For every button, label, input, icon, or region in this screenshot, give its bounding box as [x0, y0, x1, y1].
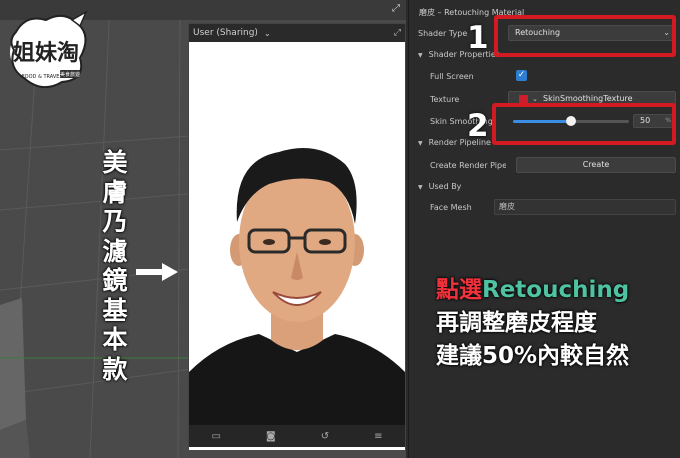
- expand-icon[interactable]: ⤢: [392, 3, 404, 15]
- vertical-caption-char: 本: [102, 325, 128, 354]
- caption-line-3: 建議50%內較自然: [436, 343, 630, 369]
- simulator-window: User (Sharing) ⌄ ⤢ ▭ ◙ ↺ ≡: [188, 23, 406, 450]
- vertical-caption-char: 乃: [102, 207, 128, 236]
- logo-tagline: FOOD & TRAVEL: [22, 74, 63, 80]
- collapse-triangle-icon: ▼: [418, 52, 423, 59]
- person-preview-image: [189, 42, 405, 428]
- video-icon[interactable]: ▭: [212, 431, 221, 442]
- vertical-caption: 美 膚 乃 濾 鏡 基 本 款: [95, 148, 135, 384]
- chevron-down-icon[interactable]: ⌄: [264, 29, 271, 38]
- simulator-preview: [189, 42, 405, 450]
- caption-retouching-text: Retouching: [482, 277, 630, 303]
- full-screen-label: Full Screen: [430, 71, 474, 81]
- full-screen-checkbox[interactable]: ✓: [516, 70, 527, 81]
- logo-subtag-text: 美食旅遊: [60, 71, 80, 78]
- step-marker-1: 1: [467, 20, 489, 56]
- scene-viewport[interactable]: ⤢ 姐妹淘 FOOD & TRAVEL 美食旅遊 美食旅遊 美 膚 乃 濾 鏡 …: [0, 0, 406, 458]
- caption-line-1: 點選Retouching: [436, 274, 676, 307]
- full-screen-row: Full Screen ✓: [409, 67, 680, 85]
- create-render-pipeline-label: Create Render Pipeli...: [430, 160, 506, 170]
- simulator-user-dropdown[interactable]: User (Sharing): [193, 28, 258, 38]
- vertical-caption-char: 基: [102, 295, 128, 325]
- simulator-toolbar: ▭ ◙ ↺ ≡: [189, 425, 405, 447]
- vertical-caption-char: 鏡: [102, 266, 128, 295]
- caption-select-text: 點選: [436, 277, 482, 303]
- menu-icon[interactable]: ≡: [374, 431, 382, 442]
- collapse-triangle-icon: ▼: [418, 140, 423, 147]
- simulator-expand-icon[interactable]: ⤢: [394, 28, 401, 38]
- logo-brand: 姐妹淘: [13, 40, 79, 66]
- create-button[interactable]: Create: [516, 157, 676, 173]
- inspector-panel: 磨皮 – Retouching Material Shader Type Ret…: [408, 0, 680, 458]
- screenshot-icon[interactable]: ◙: [266, 431, 276, 442]
- vertical-caption-char: 膚: [102, 177, 128, 207]
- instruction-caption: 點選Retouching 再調整磨皮程度 建議50%內較自然: [436, 274, 676, 373]
- simulator-header: User (Sharing) ⌄ ⤢: [189, 24, 405, 42]
- step-marker-2: 2: [467, 108, 489, 144]
- callout-box-shader-type: [494, 15, 676, 57]
- right-arrow-icon: [136, 263, 178, 281]
- rotate-icon[interactable]: ↺: [321, 431, 329, 442]
- create-render-pipeline-row: Create Render Pipeli... Create: [409, 156, 680, 174]
- caption-line-2: 再調整磨皮程度: [436, 310, 597, 336]
- brand-logo: 姐妹淘 FOOD & TRAVEL 美食旅遊 美食旅遊: [10, 10, 88, 89]
- vertical-caption-char: 款: [102, 354, 128, 384]
- face-mesh-field[interactable]: 磨皮: [494, 199, 676, 215]
- used-by-section[interactable]: ▼ Used By: [418, 182, 461, 191]
- used-by-label: Used By: [428, 182, 462, 191]
- face-mesh-row: Face Mesh 磨皮: [409, 198, 680, 216]
- callout-box-skin-smoothing: [492, 103, 676, 145]
- vertical-caption-char: 美: [102, 148, 128, 177]
- shader-properties-label: Shader Properties: [428, 50, 500, 59]
- collapse-triangle-icon: ▼: [418, 184, 423, 191]
- vertical-caption-char: 濾: [102, 236, 128, 266]
